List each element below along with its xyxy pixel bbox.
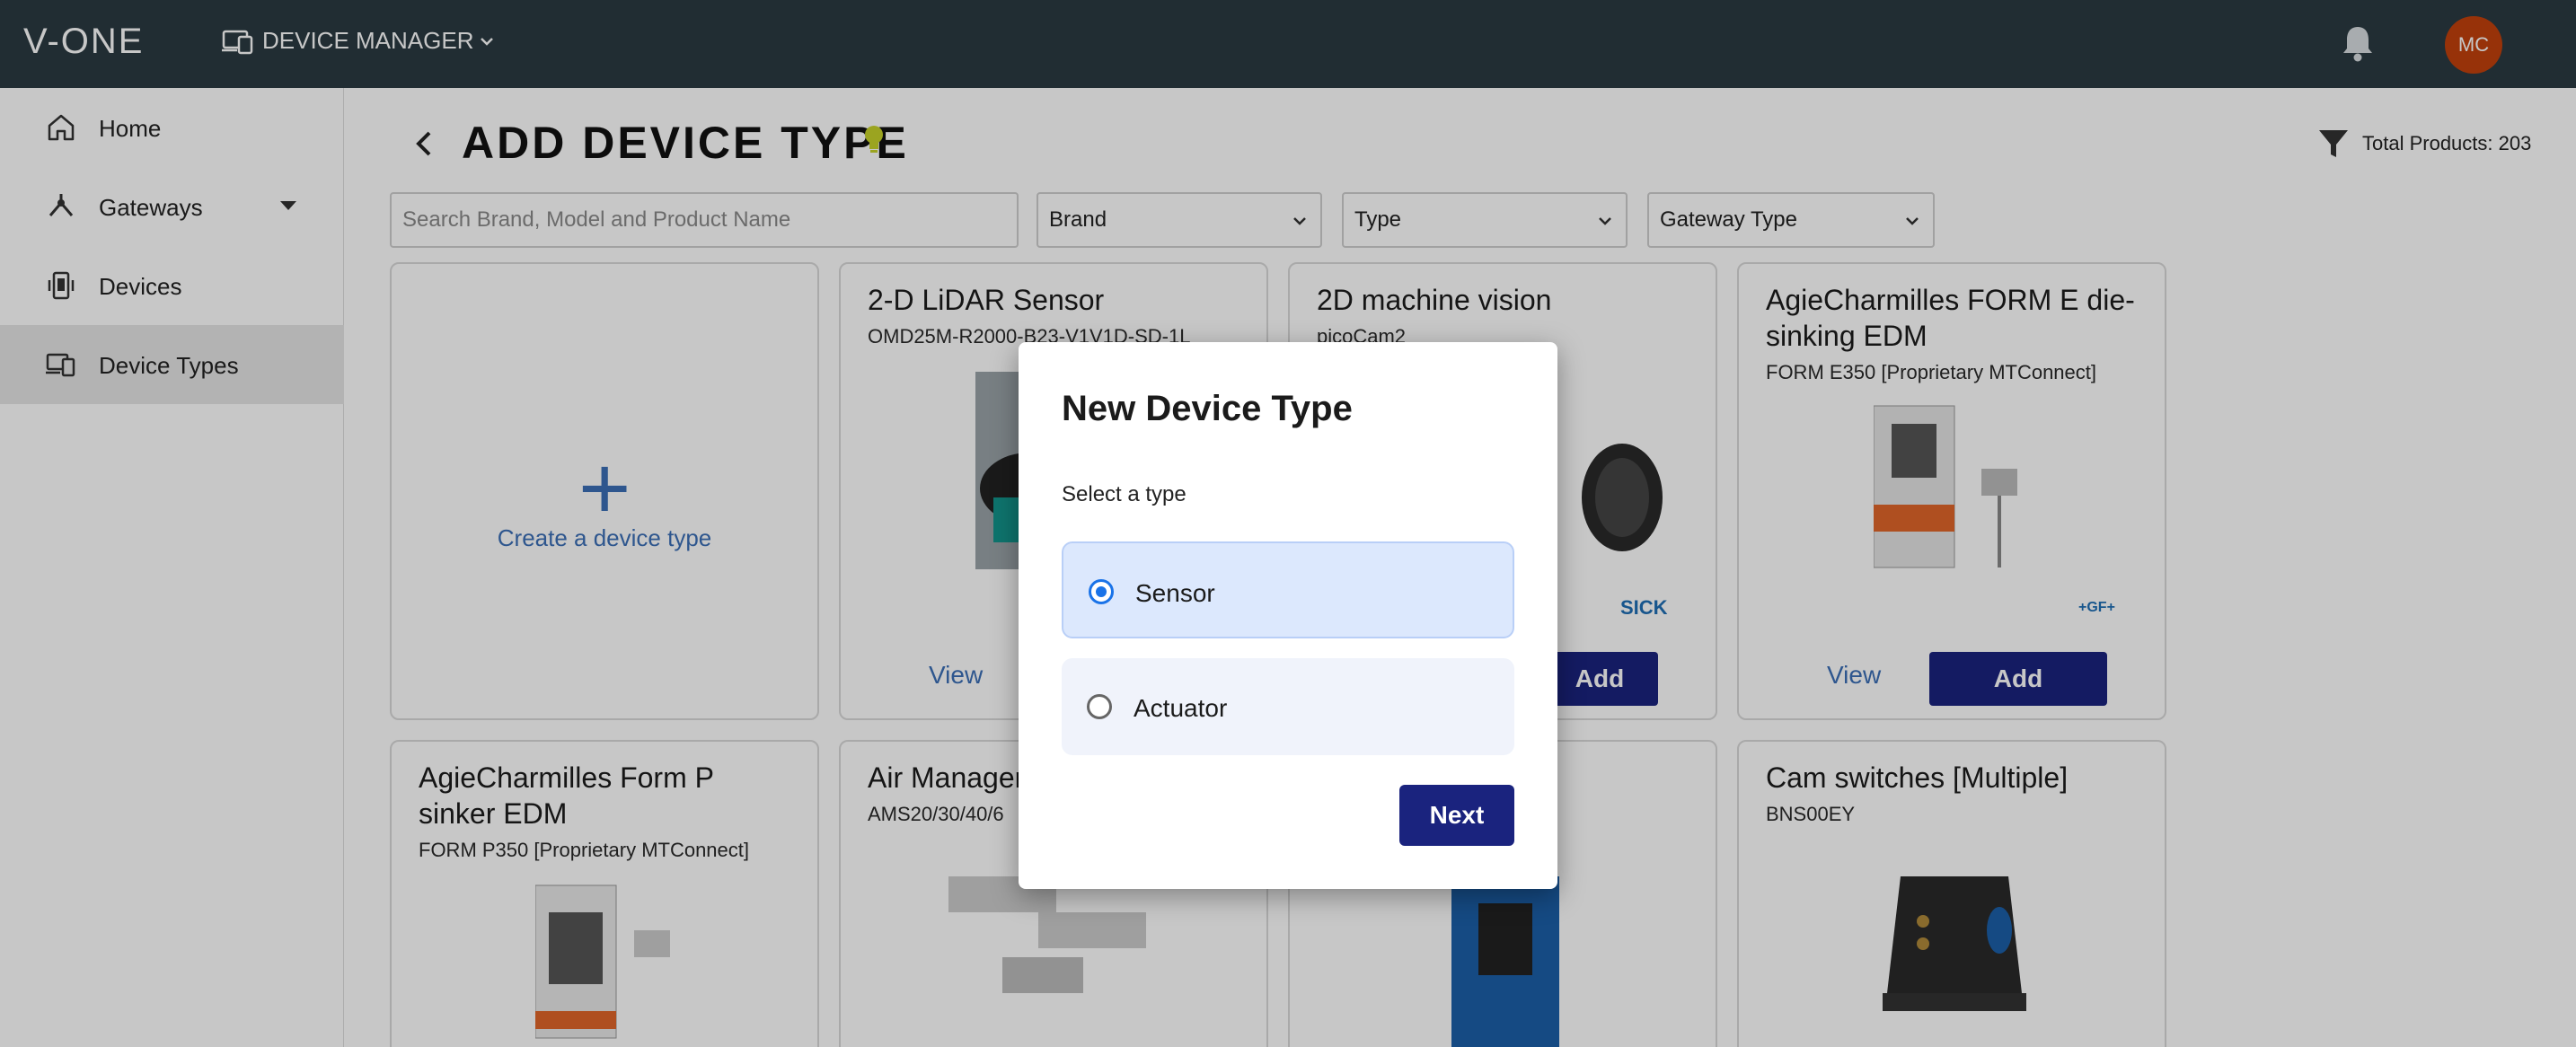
- radio-button-selected[interactable]: [1089, 579, 1114, 604]
- option-sensor[interactable]: Sensor: [1062, 541, 1514, 638]
- next-button[interactable]: Next: [1399, 785, 1514, 846]
- new-device-type-dialog: New Device Type Select a type Sensor Act…: [1019, 342, 1557, 889]
- option-actuator[interactable]: Actuator: [1062, 658, 1514, 755]
- dialog-title: New Device Type: [1062, 389, 1353, 428]
- option-label: Actuator: [1134, 694, 1228, 722]
- radio-button[interactable]: [1087, 694, 1112, 719]
- dialog-subtitle: Select a type: [1062, 482, 1187, 506]
- option-label: Sensor: [1135, 579, 1215, 607]
